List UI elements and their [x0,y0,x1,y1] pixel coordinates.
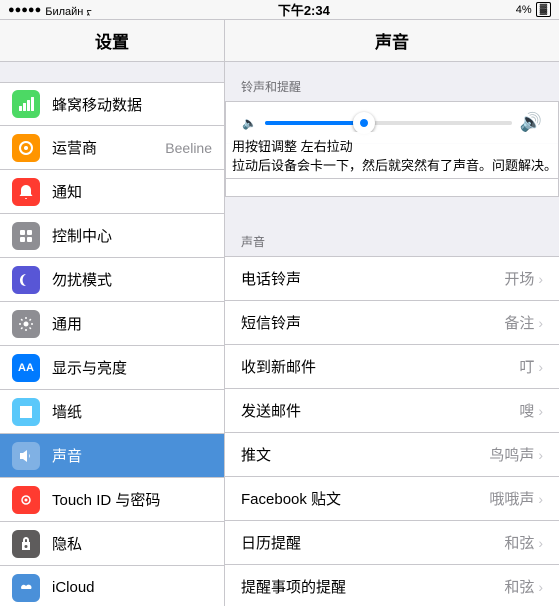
status-bar: ●●●●● Билайн ᠷ 下午2:34 4% ▓ [0,0,559,20]
touchid-label: Touch ID 与密码 [52,489,212,510]
battery-percent: 4% [516,4,532,16]
right-panel-title: 声音 [225,20,559,62]
annotation-overlay-text: 用按钮调整 左右拉动 拉动后设备会卡一下，然后就突然有了声音。问题解决。 [226,132,558,179]
status-time: 下午2:34 [278,0,330,19]
volume-low-icon: 🔈 [242,116,257,130]
sidebar-item-cellular[interactable]: 蜂窝移动数据 [0,82,224,126]
carrier-name: Билайн ᠷ [45,0,92,19]
sidebar: 设置 蜂窝移动数据 运营商 Beeline [0,20,225,606]
phone-ring-row[interactable]: 电话铃声 开场 › [225,257,559,301]
carrier-icon [12,134,40,162]
reminders-label: 提醒事项的提醒 [241,576,504,597]
volume-thumb[interactable] [353,112,375,134]
sidebar-item-sounds[interactable]: 声音 [0,434,224,478]
right-content: 铃声和提醒 🔈 🔊 用按钮调整 左右拉动 拉动后设备会卡一下，然后就突然有了声音 [225,62,559,606]
reminders-value: 和弦 [504,576,534,597]
dnd-icon [12,266,40,294]
sidebar-item-privacy[interactable]: 隐私 [0,522,224,566]
annotation-line1: 用按钮调整 左右拉动 [232,139,353,154]
carrier-sublabel: Beeline [165,140,212,156]
phone-ring-label: 电话铃声 [241,268,504,289]
right-panel: 声音 铃声和提醒 🔈 🔊 用按钮调整 左右拉动 [225,20,559,606]
icloud-label: iCloud [52,579,212,596]
volume-slider[interactable] [265,121,512,125]
control-center-label: 控制中心 [52,225,212,246]
signal-dots: ●●●●● [8,4,41,16]
dnd-label: 勿扰模式 [52,269,212,290]
sent-mail-chevron: › [538,403,543,419]
notifications-label: 通知 [52,181,212,202]
sidebar-item-dnd[interactable]: 勿扰模式 [0,258,224,302]
general-icon [12,310,40,338]
sidebar-title: 设置 [0,20,224,62]
reminders-row[interactable]: 提醒事项的提醒 和弦 › [225,565,559,606]
battery-icon: ▓ [536,2,551,17]
sidebar-item-notifications[interactable]: 通知 [0,170,224,214]
sidebar-item-control-center[interactable]: 控制中心 [0,214,224,258]
sidebar-item-touchid[interactable]: Touch ID 与密码 [0,478,224,522]
volume-fill [265,121,364,125]
control-center-icon [12,222,40,250]
sounds-icon [12,442,40,470]
facebook-value: 哦哦声 [489,488,534,509]
sent-mail-label: 发送邮件 [241,400,519,421]
sounds-settings-group: 电话铃声 开场 › 短信铃声 备注 › 收到新邮件 叮 › 发送邮件 嗖 [225,256,559,606]
privacy-icon [12,530,40,558]
facebook-label: Facebook 贴文 [241,488,489,509]
facebook-row[interactable]: Facebook 贴文 哦哦声 › [225,477,559,521]
calendar-row[interactable]: 日历提醒 和弦 › [225,521,559,565]
sounds-label: 声音 [52,445,212,466]
sms-ring-chevron: › [538,315,543,331]
sms-ring-label: 短信铃声 [241,312,504,333]
wallpaper-icon [12,398,40,426]
tweet-value: 鸟鸣声 [489,444,534,465]
status-left: ●●●●● Билайн ᠷ [8,0,92,19]
cellular-label: 蜂窝移动数据 [52,94,212,115]
sent-mail-value: 嗖 [519,400,534,421]
volume-group: 🔈 🔊 用按钮调整 左右拉动 拉动后设备会卡一下，然后就突然有了声音。问题解决。 [225,101,559,197]
calendar-value: 和弦 [504,532,534,553]
touchid-icon [12,486,40,514]
phone-ring-value: 开场 [504,268,534,289]
status-right: 4% ▓ [516,2,551,17]
general-label: 通用 [52,313,212,334]
new-mail-chevron: › [538,359,543,375]
sms-ring-row[interactable]: 短信铃声 备注 › [225,301,559,345]
sms-ring-value: 备注 [504,312,534,333]
phone-ring-chevron: › [538,271,543,287]
carrier-label: 运营商 [52,137,165,158]
wallpaper-label: 墙纸 [52,401,212,422]
ringtone-section-label: 铃声和提醒 [225,62,559,101]
icloud-icon [12,574,40,602]
privacy-label: 隐私 [52,533,212,554]
volume-high-icon: 🔊 [520,112,542,133]
reminders-chevron: › [538,579,543,595]
sidebar-item-general[interactable]: 通用 [0,302,224,346]
sidebar-item-icloud[interactable]: iCloud [0,566,224,606]
new-mail-value: 叮 [519,356,534,377]
cellular-icon [12,90,40,118]
sent-mail-row[interactable]: 发送邮件 嗖 › [225,389,559,433]
volume-thumb-inner [360,119,368,127]
new-mail-row[interactable]: 收到新邮件 叮 › [225,345,559,389]
tweet-label: 推文 [241,444,489,465]
sidebar-item-carrier[interactable]: 运营商 Beeline [0,126,224,170]
display-label: 显示与亮度 [52,357,212,378]
calendar-chevron: › [538,535,543,551]
notifications-icon [12,178,40,206]
sidebar-item-display[interactable]: AA 显示与亮度 [0,346,224,390]
sounds-section-label: 声音 [225,217,559,256]
new-mail-label: 收到新邮件 [241,356,519,377]
display-icon: AA [12,354,40,382]
annotation-line2: 拉动后设备会卡一下，然后就突然有了声音。问题解决。 [232,158,557,173]
sidebar-item-wallpaper[interactable]: 墙纸 [0,390,224,434]
calendar-label: 日历提醒 [241,532,504,553]
tweet-row[interactable]: 推文 鸟鸣声 › [225,433,559,477]
facebook-chevron: › [538,491,543,507]
tweet-chevron: › [538,447,543,463]
